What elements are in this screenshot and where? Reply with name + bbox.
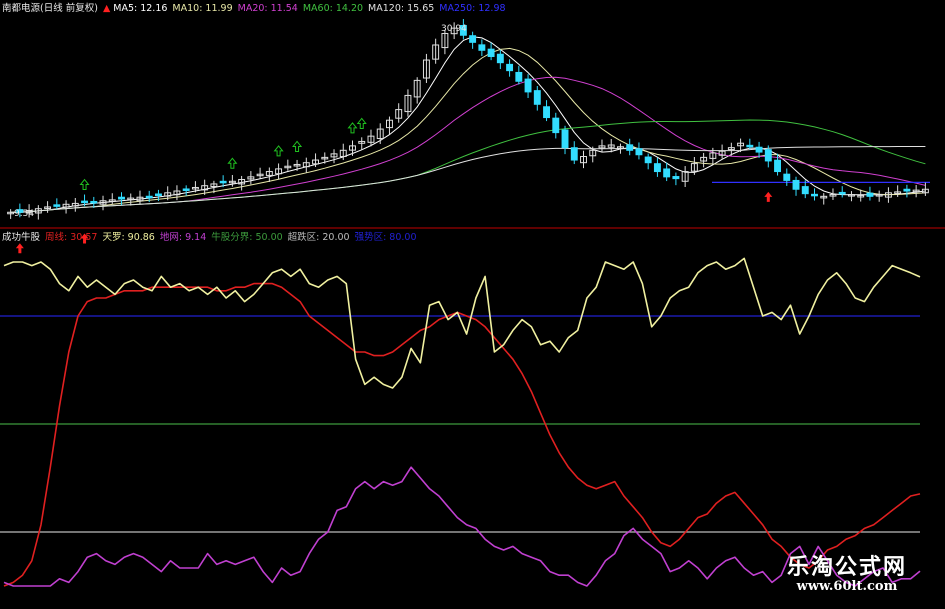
candle-body [524,78,532,93]
ma5-line [10,36,926,213]
indicator-header-4: 牛股分界: 50.00 [211,232,283,243]
red-buy-arrow-icon [15,243,24,254]
candle-body [838,191,846,195]
indicator-header: 成功牛股 周线: 30.57 天罗: 90.86 地网: 9.14 牛股分界: 50.0… [2,232,422,244]
candle-body [53,204,61,207]
candle-body [496,53,504,64]
candle-body [626,144,634,151]
candle-body [903,188,911,192]
indicator-header-6: 强势区: 80.00 [354,232,417,243]
candle-body [801,186,809,195]
candle-body [552,117,560,134]
candle-body [506,63,514,72]
candle-body [764,149,772,162]
indicator-header-1: 周线: 30.57 [45,232,98,243]
candle-body [182,188,190,191]
tianluo-line [3,257,921,389]
green-signal-arrow-icon [227,157,238,169]
candle-body [866,192,874,197]
candle-body [746,144,754,148]
stock-chart[interactable]: 30.94 9.54 [0,0,945,609]
candle-body [570,147,578,161]
green-signal-arrow-icon [356,117,367,129]
price-header-4: MA60: 14.20 [302,3,364,14]
price-low-label: 9.54 [14,209,34,219]
candle-body [118,196,125,200]
price-header-5: MA120: 15.65 [368,3,435,14]
candle-body [543,106,550,119]
candle-body [145,195,153,199]
indicator-header-0: 成功牛股 [2,232,41,243]
red-buy-arrow-icon [764,191,773,202]
watermark-title: 乐淘公式网 [786,554,907,580]
green-signal-arrow-icon [347,122,358,134]
candle-body [644,156,652,164]
price-header-6: MA250: 12.98 [439,3,506,14]
price-header-2: MA10: 11.99 [172,3,233,14]
indicator-header-5: 超跌区: 20.00 [287,232,350,243]
candle-body [90,200,98,204]
candle-body [561,129,569,149]
candle-body [219,180,227,184]
green-signal-arrow-icon [79,178,90,191]
candle-body [81,200,88,204]
indicator-lines [3,257,921,587]
candle-body [515,71,523,82]
red-up-arrow-icon: ▲ [102,3,111,14]
candle-body [478,44,486,51]
ma10-line [10,47,926,213]
candle-body [469,35,477,43]
ma20-line [10,76,926,213]
candle-body [672,176,680,180]
candle-body [755,146,763,153]
candle-body [155,193,162,196]
candle-body [487,48,495,57]
candle-body [774,159,781,173]
candle-body [811,193,818,197]
price-header: 南都电源(日线 前复权) ▲ MA5: 12.16 MA10: 11.99 MA20: … [2,3,511,15]
indicator-panel[interactable] [0,257,921,587]
candle-body [783,173,791,181]
price-header-3: MA20: 11.54 [237,3,298,14]
candle-body [792,179,800,190]
indicator-header-3: 地网: 9.14 [159,232,207,243]
indicator-guide-lines [0,315,920,533]
candle-body [663,168,671,178]
candle-body [635,148,643,156]
price-high-label: 30.94 [441,24,467,34]
price-header-0: 南都电源(日线 前复权) [2,3,98,14]
indicator-header-2: 天罗: 90.86 [102,232,155,243]
price-header-1: MA5: 12.16 [113,3,168,14]
watermark: 乐淘公式网 www.60lt.com [763,549,931,599]
candle-body [653,163,661,173]
moving-average-lines [10,36,930,213]
price-panel[interactable]: 30.94 9.54 [7,19,930,254]
green-signal-arrow-icon [273,145,284,157]
candlesticks [7,19,929,220]
weekly-line [3,282,921,587]
watermark-url: www.60lt.com [796,579,898,594]
green-signal-arrow-icon [292,140,303,152]
candle-body [533,90,541,105]
